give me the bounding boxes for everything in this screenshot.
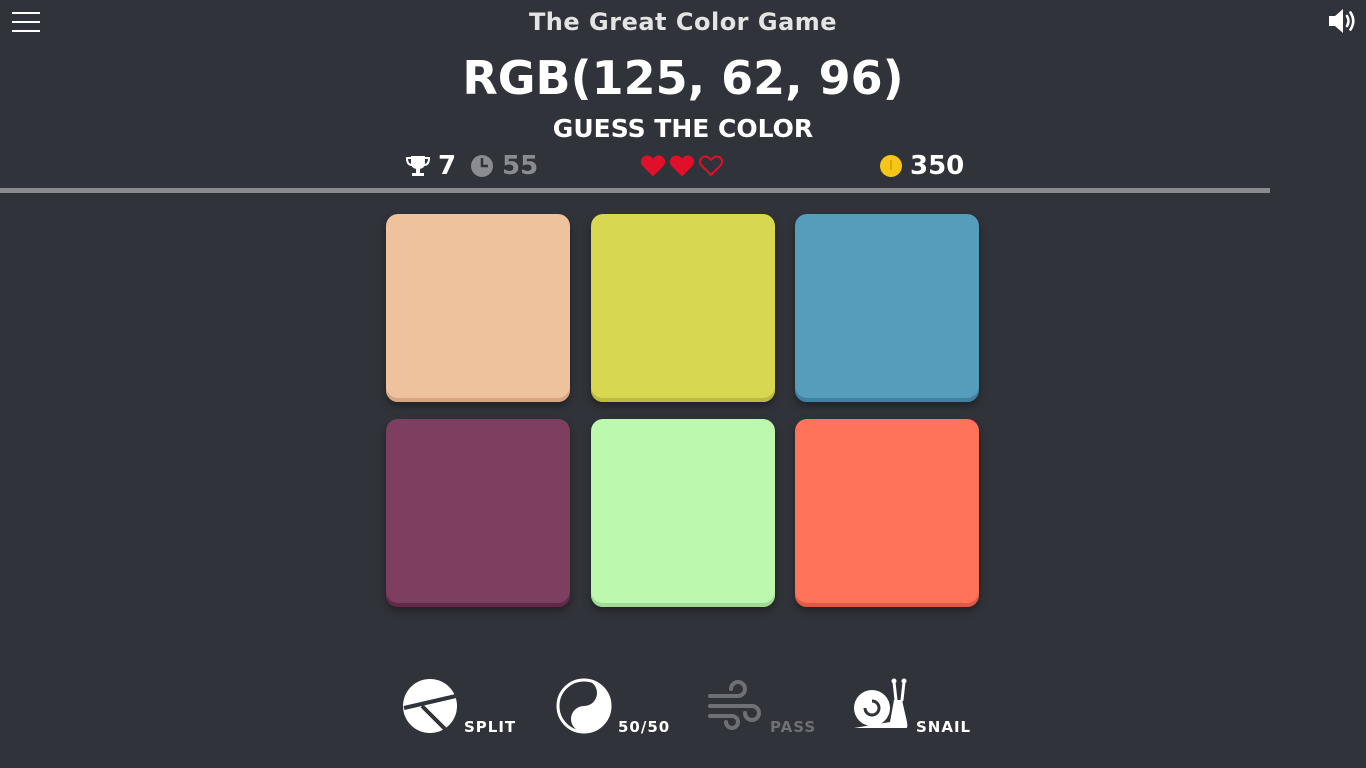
color-swatch[interactable] [386,419,570,607]
color-swatch[interactable] [591,419,775,607]
timer-stat: 55 [470,150,538,182]
coins-value: 350 [910,151,965,181]
lives-stat [641,150,728,182]
snail-icon [852,678,910,738]
snail-button[interactable]: SNAIL [852,678,971,738]
yin-yang-icon [556,678,612,738]
color-swatch[interactable] [386,214,570,402]
heart-icon [641,155,665,177]
color-swatch[interactable] [795,419,979,607]
clock-icon [470,154,502,178]
speaker-volume-icon[interactable] [1326,6,1358,36]
coins-stat: 350 [879,150,964,182]
heart-icon [670,155,694,177]
split-button[interactable]: SPLIT [402,678,516,738]
wind-icon [708,678,764,738]
trophy-icon [406,155,438,177]
powerup-label: SPLIT [464,718,517,736]
heart-empty-icon [699,155,723,177]
powerup-label: 50/50 [618,718,671,736]
target-rgb-value: RGB(125, 62, 96) [462,51,904,105]
timer-progress-bar [0,188,1366,193]
fifty-fifty-button[interactable]: 50/50 [556,678,670,738]
coin-icon [879,154,910,178]
guess-instruction: GUESS THE COLOR [552,114,814,143]
score-stat: 7 [406,150,456,182]
timer-value: 55 [502,151,539,181]
game-screen: The Great Color Game RGB(125, 62, 96) GU… [0,0,1366,768]
powerup-label: SNAIL [916,718,972,736]
app-title: The Great Color Game [528,8,838,36]
color-swatch[interactable] [591,214,775,402]
score-value: 7 [438,151,457,181]
timer-progress-fill [0,188,1271,193]
pass-button: PASS [708,678,816,738]
color-swatch[interactable] [795,214,979,402]
powerup-label: PASS [770,718,817,736]
split-icon [402,678,458,738]
